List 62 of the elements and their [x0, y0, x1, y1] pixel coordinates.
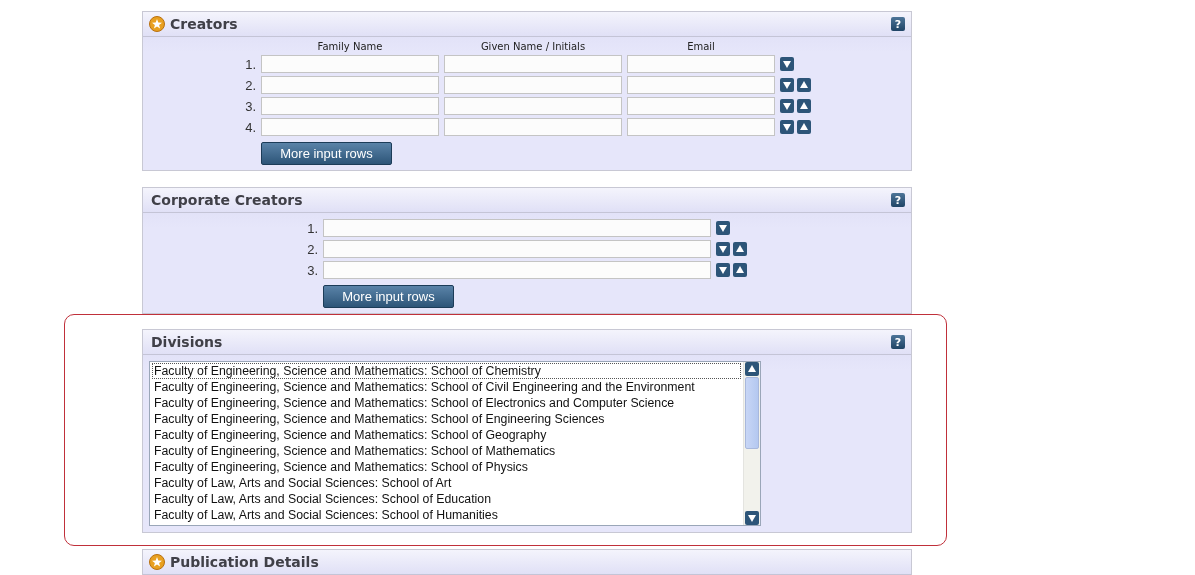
more-rows-button[interactable]: More input rows — [261, 142, 392, 165]
move-down-button[interactable] — [716, 221, 730, 235]
row-number: 1. — [306, 220, 318, 236]
row-number: 1. — [244, 56, 256, 72]
email-field[interactable] — [627, 118, 775, 136]
division-option[interactable]: Faculty of Engineering, Science and Mathematics: School of Electronics and Computer Science — [152, 395, 741, 411]
email-field[interactable] — [627, 55, 775, 73]
panel-title: Publication Details — [170, 554, 320, 570]
corporate-creator-field[interactable] — [323, 219, 711, 237]
panel-title: Corporate Creators — [151, 192, 304, 208]
move-down-button[interactable] — [780, 99, 794, 113]
given-name-field[interactable] — [444, 76, 622, 94]
row-number: 3. — [306, 262, 318, 278]
given-name-field[interactable] — [444, 118, 622, 136]
help-icon[interactable]: ? — [891, 335, 905, 349]
panel-title: Creators — [170, 16, 239, 32]
family-name-field[interactable] — [261, 76, 439, 94]
division-option[interactable]: Faculty of Law, Arts and Social Sciences: School of Art — [152, 475, 741, 491]
move-up-button[interactable] — [797, 78, 811, 92]
move-up-button[interactable] — [733, 242, 747, 256]
division-option[interactable]: Faculty of Engineering, Science and Mathematics: School of Engineering Sciences — [152, 411, 741, 427]
family-name-field[interactable] — [261, 118, 439, 136]
divisions-list[interactable] — [149, 361, 761, 526]
corporate-creator-field[interactable] — [323, 240, 711, 258]
row-number: 2. — [306, 241, 318, 257]
row-number: 3. — [244, 98, 256, 114]
panel-title: Divisions — [151, 334, 224, 350]
division-option[interactable]: Faculty of Engineering, Science and Mathematics: School of Mathematics — [152, 443, 741, 459]
move-up-button[interactable] — [797, 99, 811, 113]
given-name-field[interactable] — [444, 55, 622, 73]
move-down-button[interactable] — [780, 78, 794, 92]
more-rows-button[interactable]: More input rows — [323, 285, 454, 308]
division-option[interactable]: Faculty of Law, Arts and Social Sciences: School of Humanities — [152, 507, 741, 523]
help-icon[interactable]: ? — [891, 17, 905, 31]
move-down-button[interactable] — [780, 57, 794, 71]
division-option[interactable]: Faculty of Engineering, Science and Mathematics: School of Geography — [152, 427, 741, 443]
corporate-creator-field[interactable] — [323, 261, 711, 279]
help-icon[interactable]: ? — [891, 193, 905, 207]
row-number: 2. — [244, 77, 256, 93]
column-heading: Email — [686, 41, 716, 52]
column-heading: Given Name / Initials — [479, 41, 587, 52]
division-option[interactable]: Faculty of Engineering, Science and Mathematics: School of Civil Engineering and the Environment — [152, 379, 741, 395]
move-up-button[interactable] — [797, 120, 811, 134]
given-name-field[interactable] — [444, 97, 622, 115]
move-down-button[interactable] — [716, 263, 730, 277]
scroll-up-button[interactable] — [745, 362, 759, 376]
row-number: 4. — [244, 119, 256, 135]
column-heading: Family Name — [316, 41, 384, 52]
move-down-button[interactable] — [716, 242, 730, 256]
division-option[interactable]: Faculty of Law, Arts and Social Sciences: School of Education — [152, 491, 741, 507]
division-option[interactable]: Faculty of Engineering, Science and Mathematics: School of Physics — [152, 459, 741, 475]
family-name-field[interactable] — [261, 55, 439, 73]
email-field[interactable] — [627, 76, 775, 94]
star-icon — [149, 554, 165, 570]
move-up-button[interactable] — [733, 263, 747, 277]
star-icon — [149, 16, 165, 32]
move-down-button[interactable] — [780, 120, 794, 134]
scrollbar[interactable] — [743, 362, 760, 525]
email-field[interactable] — [627, 97, 775, 115]
division-option[interactable]: Faculty of Engineering, Science and Mathematics: School of Chemistry — [152, 363, 741, 379]
scroll-down-button[interactable] — [745, 511, 759, 525]
family-name-field[interactable] — [261, 97, 439, 115]
